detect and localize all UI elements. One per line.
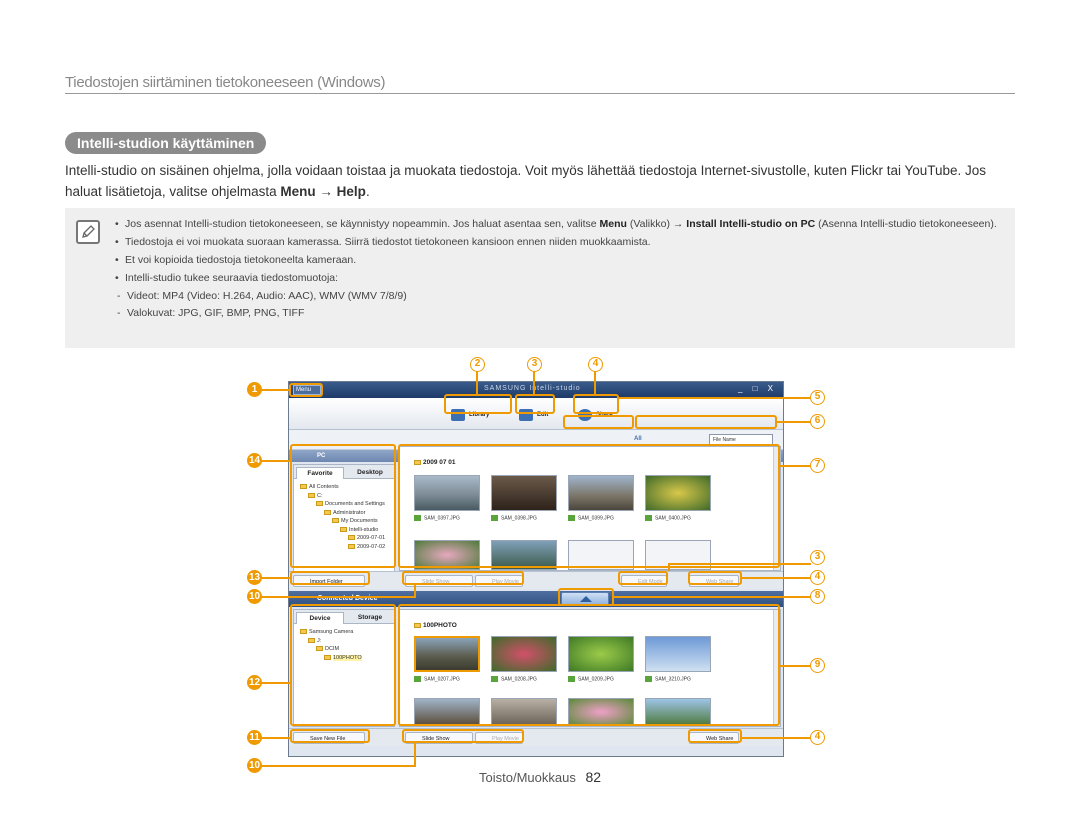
note-item-edit: Tiedostoja ei voi muokata suoraan kamera… bbox=[115, 235, 1005, 250]
callout-box bbox=[290, 444, 396, 568]
note-list: Jos asennat Intelli-studion tietokoneese… bbox=[115, 217, 1005, 323]
callout-12: 12 bbox=[247, 675, 262, 690]
callout-2: 2 bbox=[470, 357, 485, 372]
intro-menu: Menu bbox=[280, 184, 316, 199]
callout-11: 11 bbox=[247, 730, 262, 745]
callout-box bbox=[398, 604, 780, 726]
callout-box bbox=[688, 571, 742, 585]
note-pencil-icon bbox=[76, 220, 100, 244]
callout-14: 14 bbox=[247, 453, 262, 468]
callout-box bbox=[290, 729, 370, 743]
callout-box bbox=[402, 571, 524, 585]
callout-box bbox=[573, 394, 619, 414]
callout-4: 4 bbox=[588, 357, 603, 372]
callout-3-lower: 3 bbox=[810, 550, 825, 565]
callout-box bbox=[688, 729, 742, 743]
callout-4-lower: 4 bbox=[810, 570, 825, 585]
footer-label: Toisto/Muokkaus bbox=[479, 770, 576, 785]
note-sub-photos: Valokuvat: JPG, GIF, BMP, PNG, TIFF bbox=[115, 306, 1005, 321]
manual-page: Tiedostojen siirtäminen tietokoneeseen (… bbox=[0, 0, 1080, 815]
callout-10: 10 bbox=[247, 589, 262, 604]
note-sub-videos: Videot: MP4 (Video: H.264, Audio: AAC), … bbox=[115, 289, 1005, 304]
intro-end: . bbox=[365, 184, 370, 199]
note-item-copy: Et voi kopioida tiedostoja tietokoneelta… bbox=[115, 253, 1005, 268]
callout-9: 9 bbox=[810, 658, 825, 673]
callout-4-bottom: 4 bbox=[810, 730, 825, 745]
section-header: Tiedostojen siirtäminen tietokoneeseen (… bbox=[65, 74, 1015, 94]
note-box: Jos asennat Intelli-studion tietokoneese… bbox=[65, 208, 1015, 348]
page-footer: Toisto/Muokkaus 82 bbox=[479, 769, 601, 785]
callout-box bbox=[515, 394, 555, 414]
callout-box bbox=[290, 604, 396, 726]
callout-box bbox=[618, 571, 668, 585]
page-number: 82 bbox=[585, 769, 602, 785]
callout-box bbox=[289, 383, 323, 397]
window-controls[interactable]: _ □ X bbox=[738, 384, 777, 393]
callout-box bbox=[402, 729, 524, 743]
callout-box bbox=[444, 394, 512, 414]
callout-3: 3 bbox=[527, 357, 542, 372]
callout-13: 13 bbox=[247, 570, 262, 585]
callout-1: 1 bbox=[247, 382, 262, 397]
callout-7: 7 bbox=[810, 458, 825, 473]
intro-text: Intelli-studio on sisäinen ohjelma, joll… bbox=[65, 163, 987, 199]
note-item-formats: Intelli-studio tukee seuraavia tiedostom… bbox=[115, 271, 1005, 286]
callout-5: 5 bbox=[810, 390, 825, 405]
callout-box bbox=[290, 571, 370, 585]
callout-box bbox=[398, 444, 780, 568]
callout-6: 6 bbox=[810, 414, 825, 429]
note-item-install: Jos asennat Intelli-studion tietokoneese… bbox=[115, 217, 1005, 232]
callout-box bbox=[563, 415, 634, 429]
intro-paragraph: Intelli-studio on sisäinen ohjelma, joll… bbox=[65, 160, 1015, 202]
callout-box bbox=[635, 415, 777, 429]
intro-help: Help bbox=[336, 184, 366, 199]
callout-8: 8 bbox=[810, 589, 825, 604]
callout-10-lower: 10 bbox=[247, 758, 262, 773]
intro-arrow: → bbox=[319, 184, 333, 199]
section-title: Intelli-studion käyttäminen bbox=[65, 132, 267, 154]
